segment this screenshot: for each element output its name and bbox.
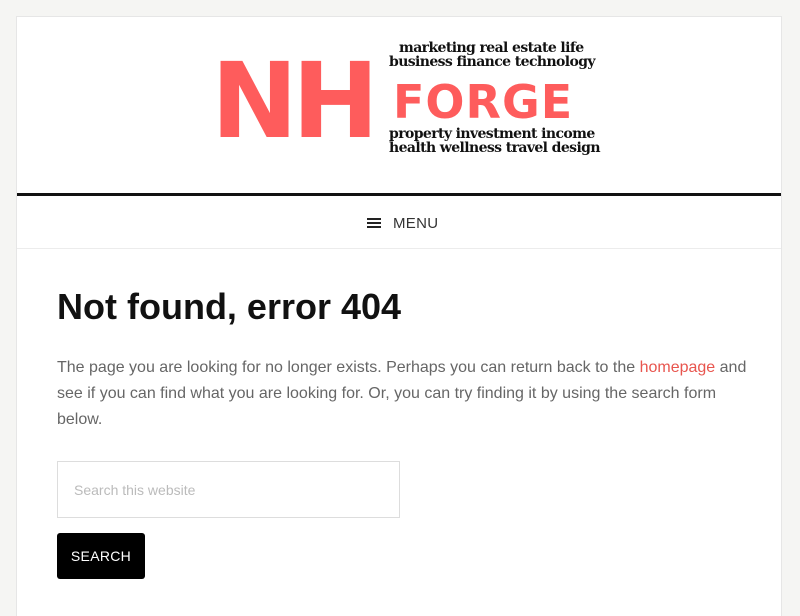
main-navigation: MENU [17, 193, 781, 249]
search-button[interactable]: SEARCH [57, 533, 145, 579]
logo-letters: NH [211, 40, 379, 162]
logo-word: FORGE [393, 75, 574, 129]
search-input[interactable] [57, 461, 400, 518]
menu-label: MENU [393, 214, 439, 232]
page-title: Not found, error 404 [57, 286, 402, 327]
error-message: The page you are looking for no longer e… [57, 355, 747, 433]
menu-toggle-button[interactable]: MENU [367, 208, 438, 238]
logo-tagline-2: business finance technology [389, 54, 596, 70]
logo-tagline-4: health wellness travel design [389, 140, 601, 156]
page-container: NH marketing real estate life business f… [16, 16, 782, 616]
site-logo[interactable]: NH marketing real estate life business f… [211, 40, 601, 162]
homepage-link[interactable]: homepage [640, 359, 716, 376]
error-message-text-1: The page you are looking for no longer e… [57, 359, 640, 376]
hamburger-menu-icon [367, 217, 381, 229]
site-header: NH marketing real estate life business f… [17, 17, 781, 193]
